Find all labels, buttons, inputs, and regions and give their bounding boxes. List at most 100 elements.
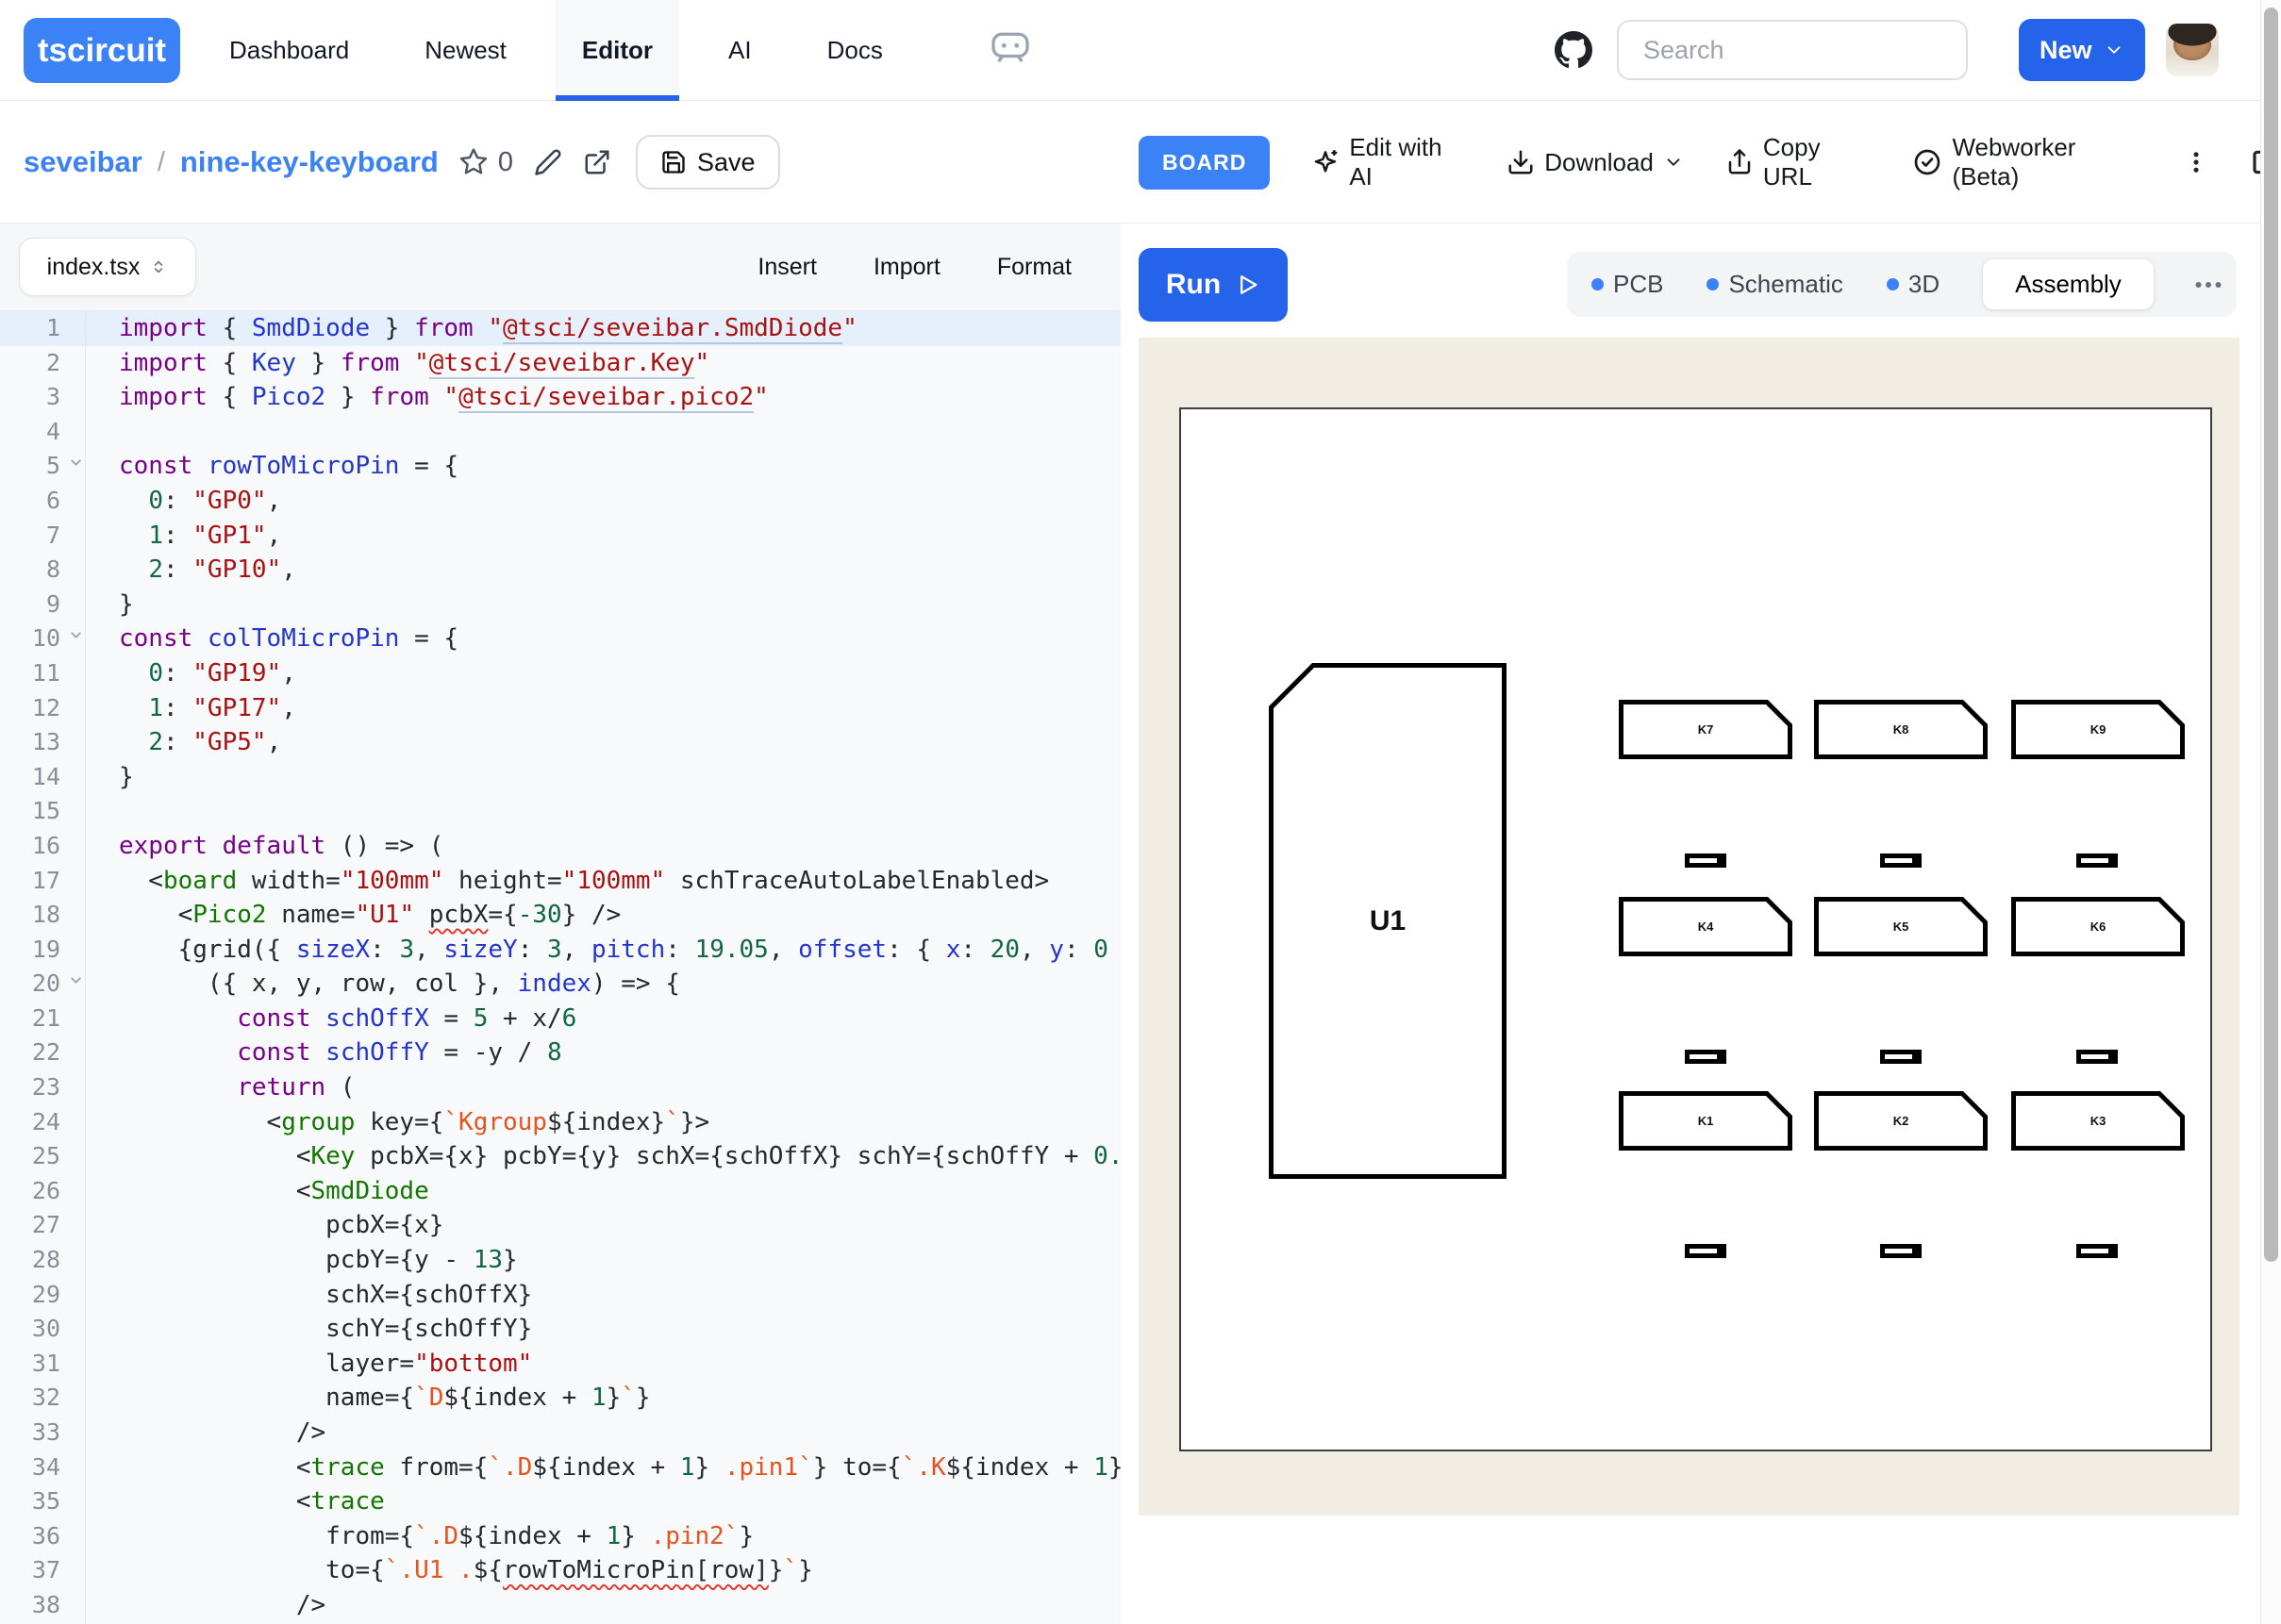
code-line[interactable]: 9} [0,588,1121,622]
key-k4[interactable]: K4 [1619,897,1792,956]
smd-diode[interactable] [2076,1244,2118,1258]
github-icon[interactable] [1555,31,1592,69]
run-button[interactable]: Run [1139,248,1288,322]
key-k1[interactable]: K1 [1619,1091,1792,1151]
key-k5[interactable]: K5 [1814,897,1988,956]
fold-chevron-icon[interactable] [68,455,84,471]
tab-3d[interactable]: 3D [1887,270,1940,299]
save-button[interactable]: Save [636,135,780,190]
code-line[interactable]: 6 0: "GP0", [0,484,1121,519]
search-input[interactable] [1617,20,1968,80]
code-line[interactable]: 5const rowToMicroPin = { [0,449,1121,484]
code-line[interactable]: 37 to={`.U1 .${rowToMicroPin[row]}`} [0,1553,1121,1588]
code-line[interactable]: 26 <SmdDiode [0,1174,1121,1209]
nav-item-editor[interactable]: Editor [556,0,679,101]
code-line-text: pcbX={x} [85,1208,443,1243]
more-options-button[interactable] [2183,149,2209,175]
breadcrumb-project[interactable]: nine-key-keyboard [180,145,439,179]
nav-item-newest[interactable]: Newest [425,0,507,101]
code-line-text: export default () => ( [85,829,443,864]
chip-u1[interactable]: U1 [1269,663,1507,1179]
smd-diode[interactable] [1880,1244,1922,1258]
smd-diode[interactable] [2076,853,2118,868]
code-line[interactable]: 8 2: "GP10", [0,553,1121,588]
action-webworker-beta[interactable]: Webworker (Beta) [1912,133,2141,191]
code-line[interactable]: 15 [0,794,1121,829]
star-button[interactable]: 0 [458,146,513,178]
smd-diode[interactable] [1685,1050,1726,1064]
code-line[interactable]: 25 <Key pcbX={x} pcbY={y} schX={schOffX}… [0,1139,1121,1174]
code-line[interactable]: 22 const schOffY = -y / 8 [0,1036,1121,1070]
action-copy-url[interactable]: Copy URL [1725,133,1872,191]
action-edit-with-ai[interactable]: Edit with AI [1311,133,1465,191]
nav-item-docs[interactable]: Docs [827,0,883,101]
tscircuit-logo[interactable]: tscircuit [24,18,180,83]
tab-schematic[interactable]: Schematic [1707,270,1842,299]
code-line[interactable]: 18 <Pico2 name="U1" pcbX={-30} /> [0,898,1121,933]
breadcrumb-owner[interactable]: seveibar [24,145,142,179]
code-line[interactable]: 35 <trace [0,1484,1121,1519]
smd-diode[interactable] [2076,1050,2118,1064]
menu-item-import[interactable]: Import [874,254,941,281]
code-line[interactable]: 7 1: "GP1", [0,519,1121,554]
avatar[interactable] [2166,24,2219,76]
key-k6[interactable]: K6 [2011,897,2185,956]
code-area[interactable]: 1import { SmdDiode } from "@tsci/seveiba… [0,311,1121,1624]
view-tabs-more-button[interactable] [2191,268,2225,302]
discord-icon[interactable] [991,30,1030,62]
edit-title-button[interactable] [534,148,562,176]
board-type-badge[interactable]: BOARD [1139,136,1270,190]
code-line[interactable]: 4 [0,415,1121,450]
nav-item-ai[interactable]: AI [728,0,752,101]
code-line[interactable]: 16export default () => ( [0,829,1121,864]
code-line[interactable]: 2import { Key } from "@tsci/seveibar.Key… [0,346,1121,381]
key-k7[interactable]: K7 [1619,700,1792,759]
code-line[interactable]: 20 ({ x, y, row, col }, index) => { [0,967,1121,1002]
key-k8[interactable]: K8 [1814,700,1988,759]
fold-chevron-icon[interactable] [68,627,84,643]
code-line[interactable]: 3import { Pico2 } from "@tsci/seveibar.p… [0,380,1121,415]
assembly-canvas[interactable]: U1 K7 K8 K9 K4 K5 K6 K1 K2 K3 [1139,338,2239,1516]
key-label: K1 [1623,1096,1788,1146]
menu-item-insert[interactable]: Insert [758,254,817,281]
smd-diode[interactable] [1880,1050,1922,1064]
tab-pcb[interactable]: PCB [1591,270,1663,299]
tab-assembly[interactable]: Assembly [1983,259,2154,309]
scrollbar-thumb[interactable] [2264,8,2278,1262]
line-number: 14 [0,760,85,795]
key-k3[interactable]: K3 [2011,1091,2185,1151]
code-line[interactable]: 12 1: "GP17", [0,691,1121,726]
action-download[interactable]: Download [1507,148,1684,177]
code-line[interactable]: 13 2: "GP5", [0,725,1121,760]
code-line[interactable]: 38 /> [0,1588,1121,1623]
code-line[interactable]: 1import { SmdDiode } from "@tsci/seveiba… [0,311,1121,346]
key-k9[interactable]: K9 [2011,700,2185,759]
smd-diode[interactable] [1685,1244,1726,1258]
menu-item-format[interactable]: Format [997,254,1072,281]
code-line[interactable]: 27 pcbX={x} [0,1208,1121,1243]
code-line[interactable]: 36 from={`.D${index + 1} .pin2`} [0,1519,1121,1554]
code-line[interactable]: 31 layer="bottom" [0,1347,1121,1382]
code-line[interactable]: 11 0: "GP19", [0,656,1121,691]
code-line[interactable]: 24 <group key={`Kgroup${index}`}> [0,1105,1121,1140]
fold-chevron-icon[interactable] [68,972,84,988]
code-line[interactable]: 14} [0,760,1121,795]
code-line[interactable]: 19 {grid({ sizeX: 3, sizeY: 3, pitch: 19… [0,933,1121,968]
code-line[interactable]: 33 /> [0,1416,1121,1450]
smd-diode[interactable] [1880,853,1922,868]
code-line[interactable]: 21 const schOffX = 5 + x/6 [0,1002,1121,1036]
smd-diode[interactable] [1685,853,1726,868]
code-line[interactable]: 30 schY={schOffY} [0,1312,1121,1347]
key-k2[interactable]: K2 [1814,1091,1988,1151]
new-button[interactable]: New [2019,19,2145,81]
open-external-button[interactable] [583,148,611,176]
code-line[interactable]: 34 <trace from={`.D${index + 1} .pin1`} … [0,1450,1121,1485]
code-line[interactable]: 29 schX={schOffX} [0,1278,1121,1313]
code-line[interactable]: 17 <board width="100mm" height="100mm" s… [0,864,1121,899]
file-selector[interactable]: index.tsx [19,238,196,296]
code-line[interactable]: 10const colToMicroPin = { [0,621,1121,656]
nav-item-dashboard[interactable]: Dashboard [229,0,349,101]
code-line[interactable]: 32 name={`D${index + 1}`} [0,1381,1121,1416]
code-line[interactable]: 28 pcbY={y - 13} [0,1243,1121,1278]
code-line[interactable]: 23 return ( [0,1070,1121,1105]
